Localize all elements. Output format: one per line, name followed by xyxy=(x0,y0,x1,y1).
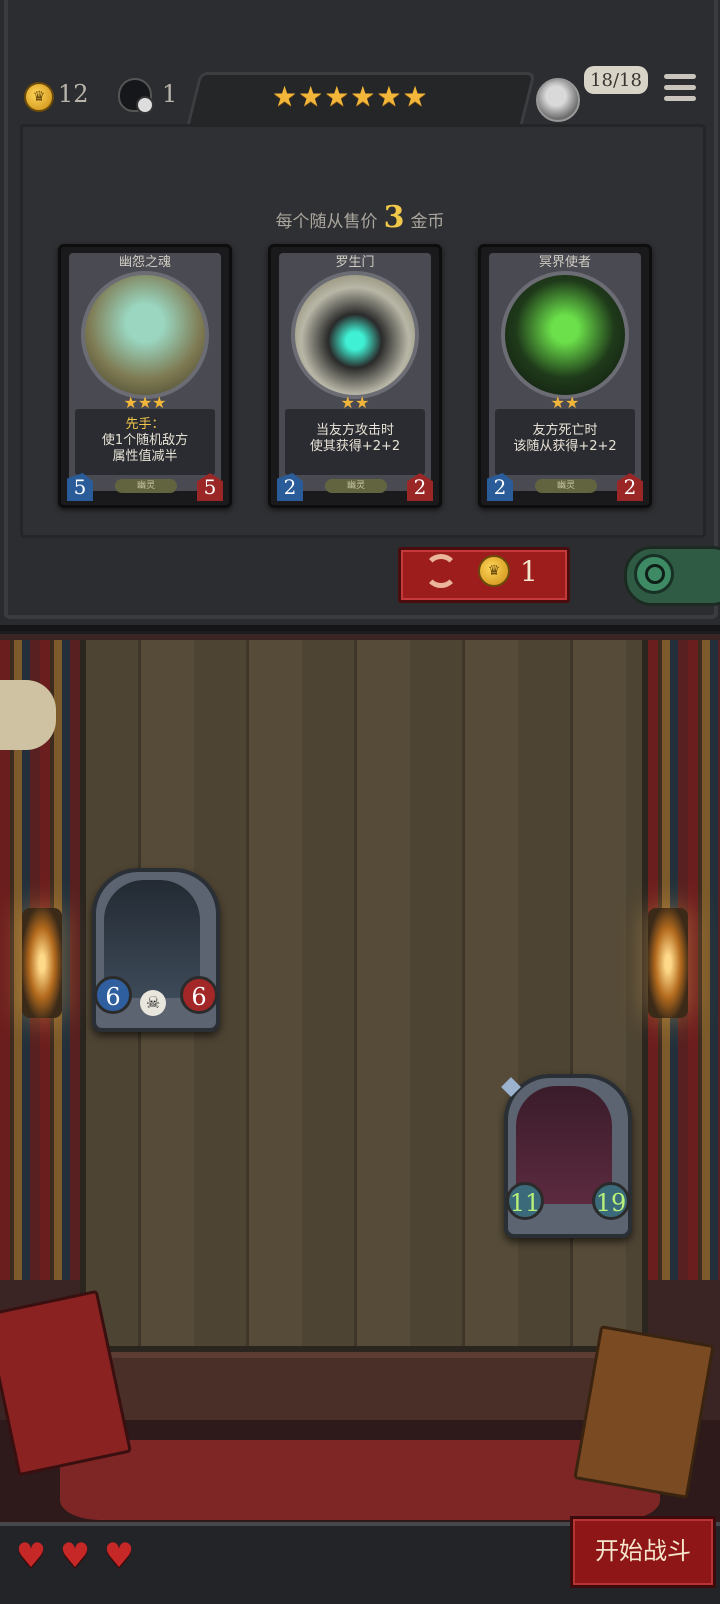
health-display: 18/18 xyxy=(584,66,648,94)
price-suffix: 金币 xyxy=(410,212,445,232)
gate-art xyxy=(291,271,419,399)
card-keyword: 先手： xyxy=(125,417,165,432)
start-battle-button[interactable]: 开始战斗 xyxy=(570,1516,716,1588)
skull-icon: ☠ xyxy=(140,990,166,1016)
minion-attack: 11 xyxy=(506,1182,544,1220)
card-desc-line1: 当友方攻击时 xyxy=(315,423,394,438)
card-name: 罗生门 xyxy=(335,255,375,270)
price-value: 3 xyxy=(383,200,405,235)
card-desc-line2: 属性值减半 xyxy=(112,449,178,464)
minion-attack: 6 xyxy=(94,976,132,1014)
card-description: 当友方攻击时 使其获得+2+2 xyxy=(285,409,425,475)
card-desc-line2: 使其获得+2+2 xyxy=(309,439,401,454)
refresh-icon xyxy=(424,554,458,588)
messenger-art xyxy=(501,271,629,399)
lamp-right-icon xyxy=(648,908,688,1018)
coin-icon: ♛ xyxy=(24,82,54,112)
price-prefix: 每个随从售价 xyxy=(275,212,378,232)
coin-icon: ♛ xyxy=(478,555,510,587)
lives: ♥ ♥ ♥ xyxy=(12,1538,142,1578)
heart-icon: ♥ xyxy=(15,1536,47,1576)
shop-card-2[interactable]: 罗生门 ★★ 当友方攻击时 使其获得+2+2 幽灵 2 2 xyxy=(268,244,442,508)
menu-icon[interactable] xyxy=(664,74,696,108)
card-desc-line2: 该随从获得+2+2 xyxy=(513,439,617,454)
ghost-art xyxy=(81,271,209,399)
gold-count: 12 xyxy=(58,80,89,108)
card-tribe: 幽灵 xyxy=(535,479,597,493)
search-icon[interactable] xyxy=(634,554,674,594)
minion-health: 19 xyxy=(592,1182,630,1220)
refresh-cost: 1 xyxy=(520,555,538,588)
tavern-tier-stars: ★★★★★★ xyxy=(272,80,429,113)
scroll-decoration xyxy=(0,680,56,750)
card-tribe: 幽灵 xyxy=(115,479,177,493)
player-avatar-icon[interactable] xyxy=(536,78,580,122)
card-desc-line1: 使1个随机敌方 xyxy=(101,433,189,448)
card-name: 幽怨之魂 xyxy=(118,255,171,270)
card-tribe: 幽灵 xyxy=(325,479,387,493)
carpet xyxy=(60,1440,660,1520)
shop-card-3[interactable]: 冥界使者 ★★ 友方死亡时 该随从获得+2+2 幽灵 2 2 xyxy=(478,244,652,508)
timer-count: 1 xyxy=(162,80,178,108)
stage-steps xyxy=(92,1352,636,1428)
card-desc-line1: 友方死亡时 xyxy=(532,423,598,438)
lamp-left-icon xyxy=(22,908,62,1018)
heart-icon: ♥ xyxy=(59,1536,91,1576)
card-name: 冥界使者 xyxy=(538,255,591,270)
card-description: 先手： 使1个随机敌方 属性值减半 xyxy=(75,409,215,475)
minion-clown[interactable]: 11 19 xyxy=(504,1074,632,1238)
shop-card-1[interactable]: 幽怨之魂 ★★★ 先手： 使1个随机敌方 属性值减半 幽灵 5 5 xyxy=(58,244,232,508)
card-description: 友方死亡时 该随从获得+2+2 xyxy=(495,409,635,475)
heart-icon: ♥ xyxy=(103,1536,135,1576)
price-info: 每个随从售价 3 金币 xyxy=(0,200,720,235)
clock-icon xyxy=(136,96,154,114)
minion-health: 6 xyxy=(180,976,218,1014)
